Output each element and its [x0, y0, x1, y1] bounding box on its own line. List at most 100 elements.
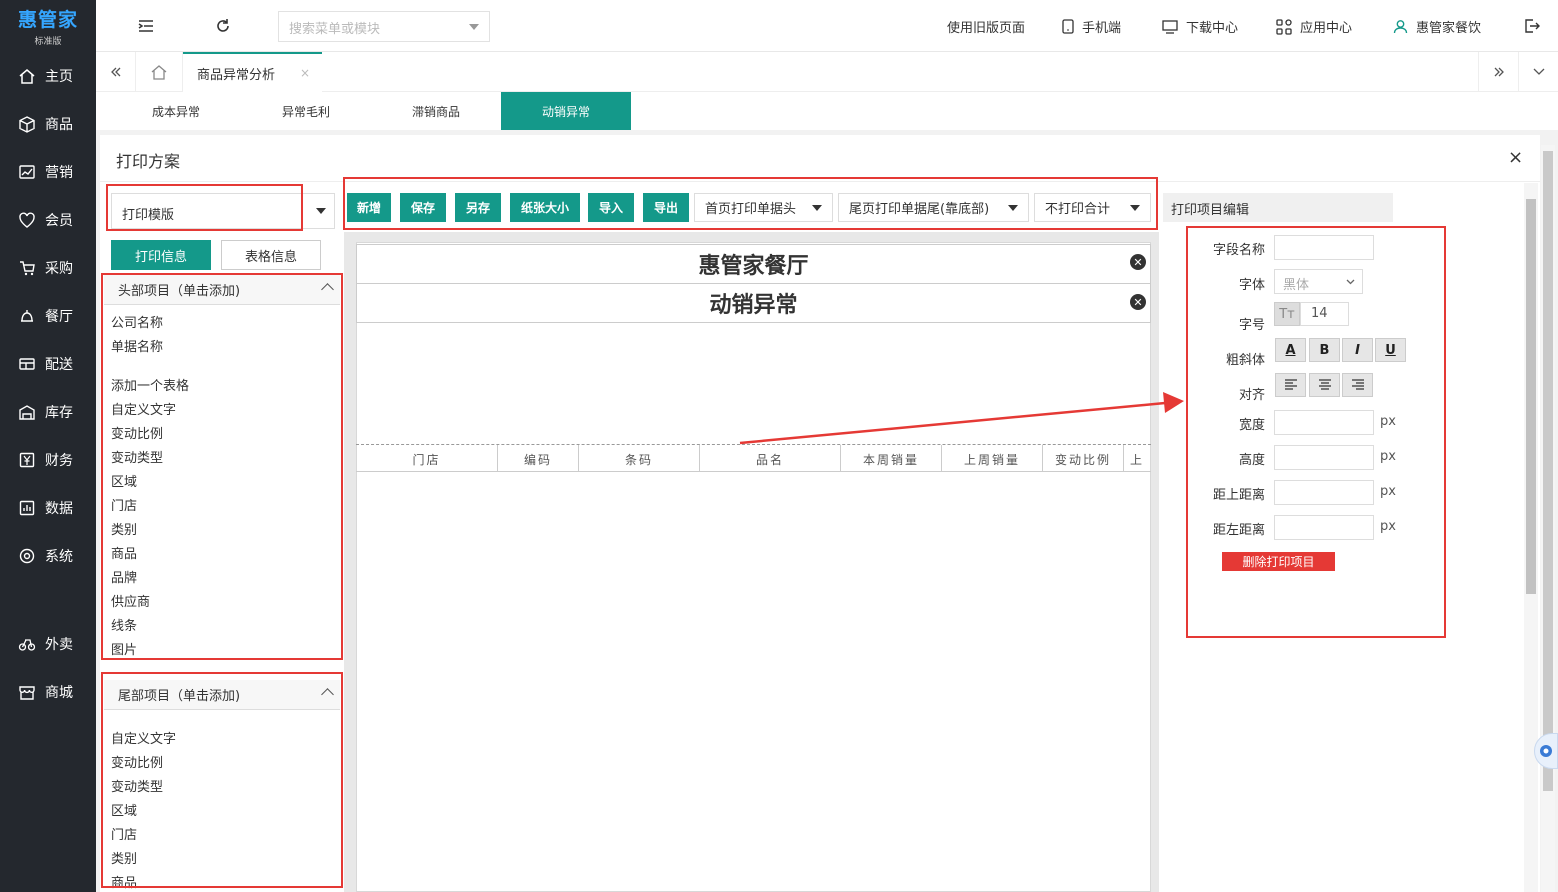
sidebar-item-1[interactable]: 商品	[0, 104, 96, 144]
subtab-slow-moving[interactable]: 滞销商品	[371, 92, 501, 130]
user-menu[interactable]: 惠管家餐饮	[1393, 17, 1481, 36]
sidebar-item-0[interactable]: 主页	[0, 56, 96, 96]
bold-button[interactable]: B	[1309, 338, 1340, 362]
modal-scrollbar[interactable]	[1524, 183, 1538, 892]
sidebar-item-10[interactable]: 系统	[0, 536, 96, 576]
menu-collapse-icon[interactable]	[137, 17, 155, 35]
tabs-dropdown-icon[interactable]	[1518, 52, 1558, 92]
field-name-input[interactable]	[1274, 235, 1374, 260]
header-items-panel-title[interactable]: 头部项目（单击添加)	[104, 275, 340, 305]
header-field-item[interactable]: 公司名称	[111, 312, 163, 331]
last-page-footer-select[interactable]: 尾页打印单据尾(靠底部)	[838, 193, 1029, 222]
modal-close-icon[interactable]: ×	[1508, 147, 1523, 168]
sidebar-item-9[interactable]: 数据	[0, 488, 96, 528]
home-tab-icon[interactable]	[136, 52, 183, 92]
tabs-scroll-left-icon[interactable]	[96, 52, 136, 92]
header-field-item[interactable]: 线条	[111, 615, 137, 634]
footer-field-item[interactable]: 类别	[111, 848, 137, 867]
header-field-item[interactable]: 添加一个表格	[111, 375, 189, 394]
remove-item-icon[interactable]: ✕	[1130, 254, 1146, 270]
align-right-icon[interactable]	[1342, 373, 1373, 397]
save-as-button[interactable]: 另存	[455, 193, 501, 222]
header-field-item[interactable]: 图片	[111, 639, 137, 658]
scrollbar-thumb[interactable]	[1543, 151, 1553, 791]
footer-field-item[interactable]: 自定义文字	[111, 728, 176, 747]
subtab-gross-margin-anomaly[interactable]: 异常毛利	[241, 92, 371, 130]
height-input[interactable]	[1274, 445, 1374, 470]
first-page-header-select[interactable]: 首页打印单据头	[694, 193, 833, 222]
align-center-icon[interactable]	[1309, 373, 1340, 397]
left-offset-input[interactable]	[1274, 515, 1374, 540]
close-tab-icon[interactable]: ×	[300, 66, 310, 80]
align-left-icon[interactable]	[1275, 373, 1306, 397]
new-button[interactable]: 新增	[347, 193, 391, 222]
sidebar-item-11[interactable]: 外卖	[0, 624, 96, 664]
scrollbar-thumb[interactable]	[1526, 199, 1536, 594]
delete-print-item-button[interactable]: 删除打印项目	[1222, 552, 1335, 571]
footer-field-item[interactable]: 变动类型	[111, 776, 163, 795]
sidebar-item-3[interactable]: 会员	[0, 200, 96, 240]
company-name-item[interactable]: 惠管家餐厅	[356, 244, 1151, 284]
export-button[interactable]: 导出	[643, 193, 689, 222]
sidebar-item-7[interactable]: 库存	[0, 392, 96, 432]
column-header[interactable]: 编码	[498, 445, 579, 471]
font-select[interactable]: 黑体	[1274, 269, 1363, 294]
print-table-header[interactable]: 门店 编码 条码 品名 本周销量 上周销量 变动比例 上	[356, 444, 1151, 472]
chevron-down-icon[interactable]	[316, 208, 326, 214]
tabs-scroll-right-icon[interactable]	[1478, 52, 1518, 92]
header-field-item[interactable]: 商品	[111, 543, 137, 562]
chevron-up-icon[interactable]	[321, 283, 334, 296]
save-button[interactable]: 保存	[400, 193, 446, 222]
tab-product-anomaly[interactable]: 商品异常分析 ×	[183, 52, 322, 92]
column-header[interactable]: 本周销量	[841, 445, 942, 471]
column-header[interactable]: 上周销量	[942, 445, 1043, 471]
mobile-link[interactable]: 手机端	[1062, 17, 1121, 36]
page-scrollbar[interactable]	[1541, 145, 1555, 892]
header-field-item[interactable]: 区域	[111, 471, 137, 490]
header-field-item[interactable]: 类别	[111, 519, 137, 538]
paper-size-button[interactable]: 纸张大小	[510, 193, 580, 222]
font-size-input[interactable]: 14	[1300, 302, 1349, 326]
font-color-button[interactable]: A	[1275, 338, 1306, 362]
sidebar-item-4[interactable]: 采购	[0, 248, 96, 288]
sidebar-item-8[interactable]: 财务	[0, 440, 96, 480]
column-header[interactable]: 条码	[579, 445, 700, 471]
column-header[interactable]: 上	[1124, 445, 1151, 471]
remove-item-icon[interactable]: ✕	[1130, 294, 1146, 310]
underline-button[interactable]: U	[1375, 338, 1406, 362]
header-field-item[interactable]: 品牌	[111, 567, 137, 586]
header-field-item[interactable]: 单据名称	[111, 336, 163, 355]
column-header[interactable]: 门店	[356, 445, 498, 471]
footer-field-item[interactable]: 区域	[111, 800, 137, 819]
header-field-item[interactable]: 变动类型	[111, 447, 163, 466]
column-header[interactable]: 变动比例	[1043, 445, 1124, 471]
app-center-link[interactable]: 应用中心	[1276, 17, 1352, 36]
chevron-up-icon[interactable]	[321, 688, 334, 701]
download-center-link[interactable]: 下载中心	[1162, 17, 1238, 36]
sidebar-item-12[interactable]: 商城	[0, 672, 96, 712]
print-info-tab[interactable]: 打印信息	[111, 240, 211, 270]
footer-field-item[interactable]: 门店	[111, 824, 137, 843]
top-offset-input[interactable]	[1274, 480, 1374, 505]
header-field-item[interactable]: 门店	[111, 495, 137, 514]
refresh-icon[interactable]	[214, 17, 232, 35]
footer-field-item[interactable]: 商品	[111, 872, 137, 891]
old-page-link[interactable]: 使用旧版页面	[947, 17, 1025, 36]
table-info-tab[interactable]: 表格信息	[221, 240, 321, 270]
template-select[interactable]: 打印模版	[111, 193, 335, 229]
document-name-item[interactable]: 动销异常	[356, 283, 1151, 323]
import-button[interactable]: 导入	[588, 193, 634, 222]
sidebar-item-2[interactable]: 营销	[0, 152, 96, 192]
sidebar-item-5[interactable]: 餐厅	[0, 296, 96, 336]
header-field-item[interactable]: 变动比例	[111, 423, 163, 442]
logout-icon[interactable]	[1523, 17, 1541, 35]
italic-button[interactable]: I	[1342, 338, 1373, 362]
footer-items-panel-title[interactable]: 尾部项目（单击添加)	[104, 680, 340, 710]
width-input[interactable]	[1274, 410, 1374, 435]
subtab-cost-anomaly[interactable]: 成本异常	[111, 92, 241, 130]
column-header[interactable]: 品名	[700, 445, 841, 471]
header-field-item[interactable]: 自定义文字	[111, 399, 176, 418]
menu-search-input[interactable]: 搜索菜单或模块	[278, 11, 490, 42]
total-print-select[interactable]: 不打印合计	[1034, 193, 1151, 222]
footer-field-item[interactable]: 变动比例	[111, 752, 163, 771]
